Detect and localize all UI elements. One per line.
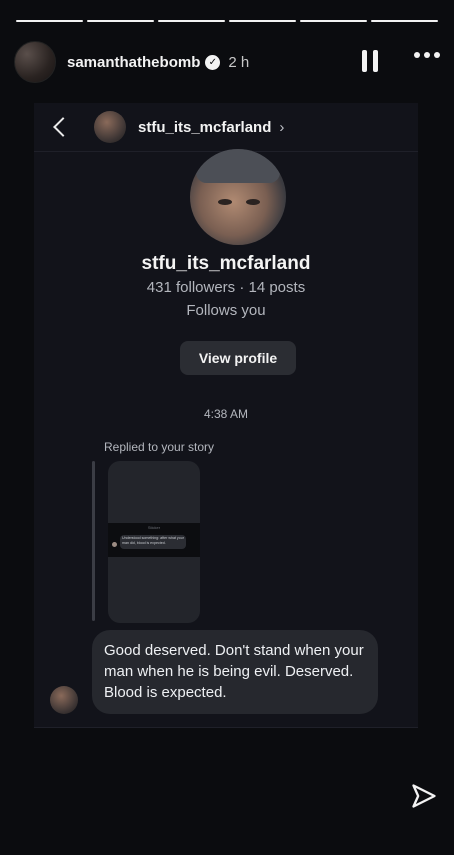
progress-segment <box>229 20 296 22</box>
dm-avatar[interactable] <box>94 111 126 143</box>
progress-segment <box>371 20 438 22</box>
profile-avatar[interactable] <box>190 149 286 245</box>
message-text: Good deserved. Don't stand when your man… <box>104 642 364 701</box>
more-icon[interactable] <box>414 52 440 58</box>
story-thumbnail[interactable]: Sticker Understood something: after what… <box>108 461 200 623</box>
verified-badge-icon: ✓ <box>205 54 221 70</box>
progress-segment <box>300 20 367 22</box>
story-header: samanthathebomb ✓ 2 h <box>14 40 440 84</box>
view-profile-button[interactable]: View profile <box>180 341 296 375</box>
panel-divider <box>34 727 418 728</box>
pause-icon[interactable] <box>362 50 378 72</box>
message-bubble[interactable]: Good deserved. Don't stand when your man… <box>92 630 378 714</box>
profile-name: stfu_its_mcfarland <box>141 253 311 274</box>
story-thumbnail-title: Sticker <box>147 525 161 530</box>
dm-username[interactable]: stfu_its_mcfarland <box>138 119 271 136</box>
follows-you-label: Follows you <box>186 302 266 319</box>
story-time: 2 h <box>228 53 250 71</box>
progress-segment <box>16 20 83 22</box>
reply-indicator-line <box>92 461 95 621</box>
story-thumbnail-avatar <box>112 542 117 547</box>
message-timestamp: 4:38 AM <box>203 407 249 421</box>
replied-to-story-label: Replied to your story <box>104 440 215 454</box>
progress-segment <box>158 20 225 22</box>
progress-segment <box>87 20 154 22</box>
story-author-avatar[interactable] <box>14 41 56 83</box>
story-thumbnail-message: Understood something: after what your ma… <box>122 536 184 545</box>
story-author-username[interactable]: samanthathebomb <box>67 54 200 71</box>
dm-screenshot-panel: stfu_its_mcfarland › stfu_its_mcfarland … <box>34 103 418 728</box>
chevron-right-icon[interactable]: › <box>279 119 284 136</box>
profile-stats: 431 followers · 14 posts <box>146 279 306 296</box>
message-sender-avatar[interactable] <box>50 686 78 714</box>
chevron-left-icon[interactable] <box>53 117 73 137</box>
story-progress-bar <box>16 20 438 22</box>
dm-topbar: stfu_its_mcfarland › <box>34 103 418 152</box>
send-icon[interactable] <box>410 782 438 810</box>
